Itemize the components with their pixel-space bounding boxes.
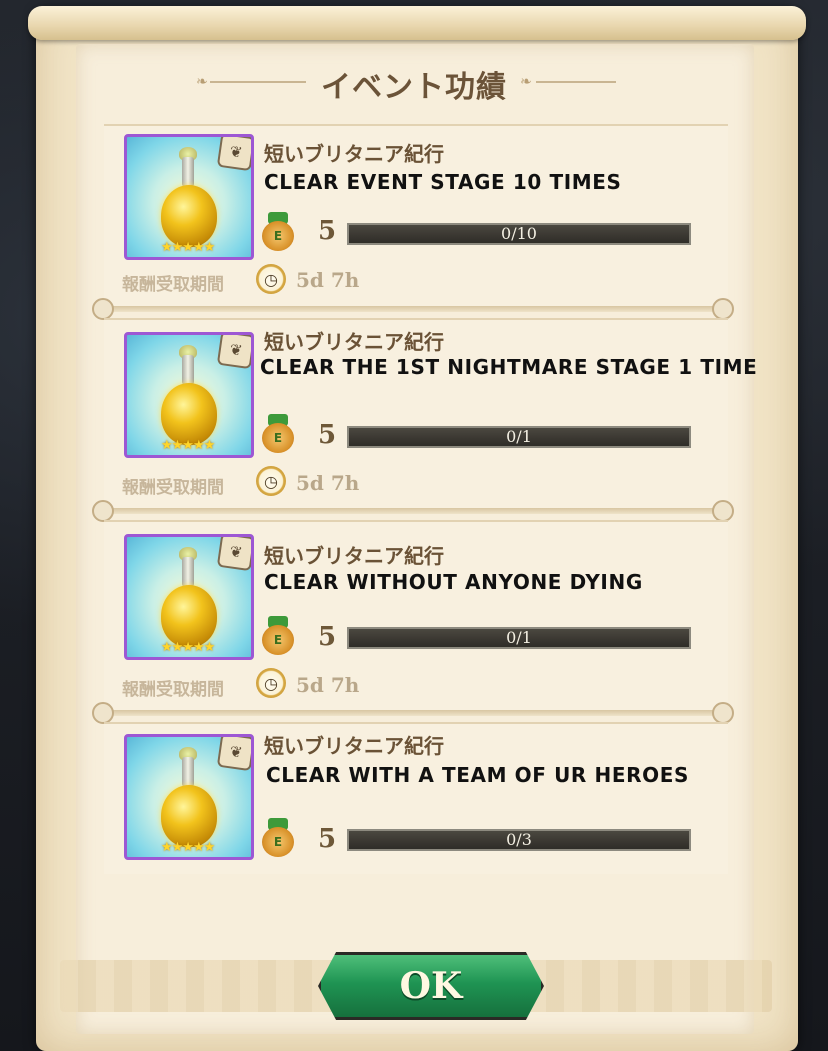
reward-period-label: 報酬受取期間 xyxy=(122,275,224,295)
achievement-category: 短いブリタニア紀行 xyxy=(264,330,444,354)
reward-amount: 5 xyxy=(318,824,337,854)
scroll-roll-top xyxy=(28,6,806,40)
reward-item-potion[interactable]: ★★★★★ ❦ xyxy=(124,534,254,660)
card-divider xyxy=(100,508,732,514)
progress-text: 0/1 xyxy=(506,427,532,446)
rarity-stars: ★★★★★ xyxy=(161,640,215,655)
divider-knob-icon xyxy=(92,500,114,522)
divider-knob-icon xyxy=(92,702,114,724)
achievement-description: CLEAR WITH A TEAM OF UR HEROES xyxy=(266,763,689,787)
reward-item-potion[interactable]: ★★★★★ ❦ xyxy=(124,134,254,260)
dialog-title: イベント功績 xyxy=(321,70,507,105)
achievement-category: 短いブリタニア紀行 xyxy=(264,544,444,568)
title-ornament-right-icon: ❧ xyxy=(520,74,532,90)
title-divider-right xyxy=(536,81,616,83)
potion-neck xyxy=(182,157,194,187)
achievement-description: CLEAR WITHOUT ANYONE DYING xyxy=(264,570,643,594)
reward-item-potion[interactable]: ★★★★★ ❦ xyxy=(124,734,254,860)
dialog-header: ❧ イベント功績 ❧ xyxy=(0,56,828,106)
time-remaining: 5d 7h xyxy=(296,471,360,495)
progress-bar: 0/3 xyxy=(347,829,691,851)
item-type-badge-icon: ❦ xyxy=(216,137,251,172)
rarity-stars: ★★★★★ xyxy=(161,240,215,255)
divider-knob-icon xyxy=(92,298,114,320)
potion-neck xyxy=(182,757,194,787)
ok-button[interactable]: OK xyxy=(318,952,544,1020)
ok-button-label: OK xyxy=(399,965,463,1007)
potion-icon xyxy=(161,383,217,445)
item-type-badge-icon: ❦ xyxy=(216,737,251,772)
achievement-category: 短いブリタニア紀行 xyxy=(264,142,444,166)
potion-icon xyxy=(161,785,217,847)
time-remaining: 5d 7h xyxy=(296,268,360,292)
rarity-stars: ★★★★★ xyxy=(161,438,215,453)
clock-icon: ◷ xyxy=(256,466,286,496)
clock-icon: ◷ xyxy=(256,264,286,294)
reward-item-potion[interactable]: ★★★★★ ❦ xyxy=(124,332,254,458)
achievement-category: 短いブリタニア紀行 xyxy=(264,734,444,758)
potion-neck xyxy=(182,557,194,587)
reward-period-label: 報酬受取期間 xyxy=(122,478,224,498)
progress-bar: 0/10 xyxy=(347,223,691,245)
divider-knob-icon xyxy=(712,298,734,320)
card-divider xyxy=(100,710,732,716)
time-remaining: 5d 7h xyxy=(296,673,360,697)
medal-icon: E xyxy=(258,616,298,656)
divider-knob-icon xyxy=(712,500,734,522)
rarity-stars: ★★★★★ xyxy=(161,840,215,855)
potion-icon xyxy=(161,185,217,247)
potion-neck xyxy=(182,355,194,385)
reward-amount: 5 xyxy=(318,420,337,450)
potion-icon xyxy=(161,585,217,647)
progress-text: 0/3 xyxy=(506,830,532,849)
medal-icon: E xyxy=(258,414,298,454)
item-type-badge-icon: ❦ xyxy=(216,335,251,370)
achievement-description: CLEAR EVENT STAGE 10 TIMES xyxy=(264,170,622,194)
divider-knob-icon xyxy=(712,702,734,724)
progress-text: 0/10 xyxy=(501,224,537,243)
progress-text: 0/1 xyxy=(506,628,532,647)
medal-icon: E xyxy=(258,818,298,858)
progress-bar: 0/1 xyxy=(347,627,691,649)
achievement-description: CLEAR THE 1ST NIGHTMARE STAGE 1 TIME xyxy=(260,355,758,379)
item-type-badge-icon: ❦ xyxy=(216,537,251,572)
reward-period-label: 報酬受取期間 xyxy=(122,680,224,700)
clock-icon: ◷ xyxy=(256,668,286,698)
card-divider xyxy=(100,306,732,312)
reward-amount: 5 xyxy=(318,216,337,246)
reward-amount: 5 xyxy=(318,622,337,652)
medal-icon: E xyxy=(258,212,298,252)
progress-bar: 0/1 xyxy=(347,426,691,448)
